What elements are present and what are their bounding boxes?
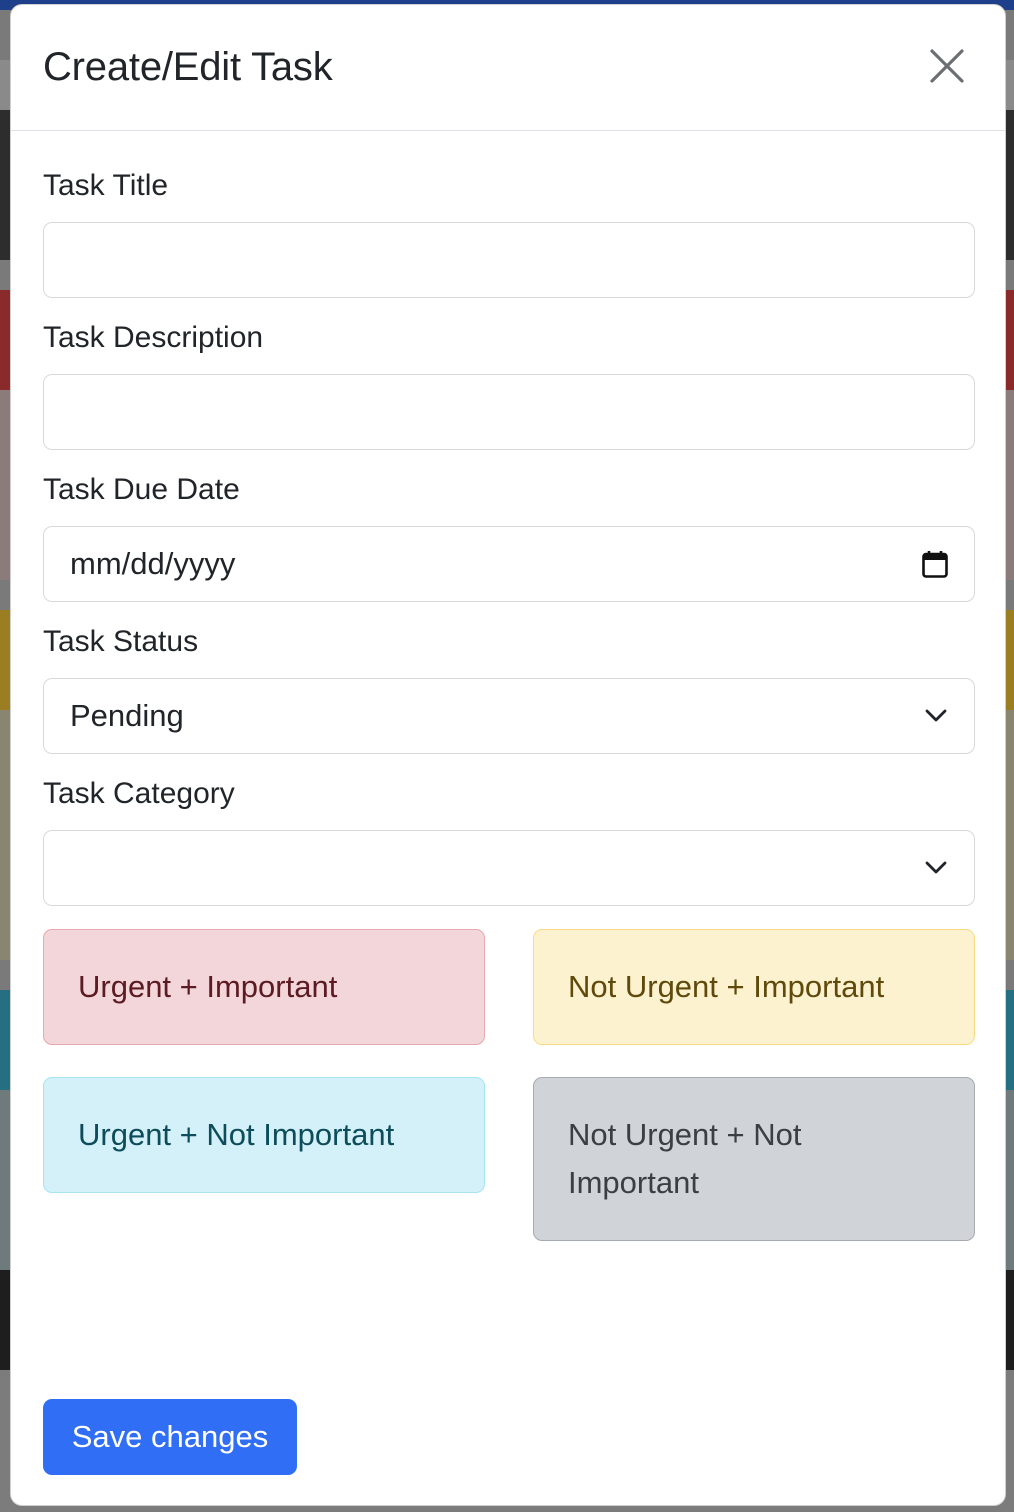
due-date-group: Task Due Date mm/dd/yyyy: [43, 473, 975, 602]
priority-urgent-not-important[interactable]: Urgent + Not Important: [43, 1077, 485, 1193]
save-button[interactable]: Save changes: [43, 1399, 297, 1475]
title-group: Task Title: [43, 169, 975, 298]
status-group: Task Status Pending: [43, 625, 975, 754]
task-title-field[interactable]: [70, 223, 948, 297]
task-description-label: Task Description: [43, 321, 264, 354]
task-due-date-label: Task Due Date: [43, 473, 240, 506]
modal-body: Task Title Task Description Task Due Dat…: [11, 131, 1005, 1241]
task-modal: Create/Edit Task Task Title Task Descrip…: [10, 4, 1006, 1506]
chevron-down-icon: [924, 708, 948, 724]
task-due-date-input[interactable]: mm/dd/yyyy: [43, 526, 975, 602]
close-button[interactable]: [925, 44, 969, 88]
task-title-label: Task Title: [43, 169, 169, 202]
task-status-label: Task Status: [43, 625, 199, 658]
task-category-select[interactable]: [43, 830, 975, 906]
category-group: Task Category: [43, 777, 975, 906]
priority-matrix: Urgent + Important Not Urgent + Importan…: [43, 929, 975, 1241]
chevron-down-icon: [924, 860, 948, 876]
task-title-input[interactable]: [43, 222, 975, 298]
description-group: Task Description: [43, 321, 975, 450]
status-selected-value: Pending: [70, 698, 184, 733]
due-date-placeholder: mm/dd/yyyy: [70, 546, 236, 581]
task-category-label: Task Category: [43, 777, 235, 810]
task-description-field[interactable]: [70, 375, 948, 449]
calendar-icon[interactable]: [922, 550, 948, 578]
modal-header: Create/Edit Task: [11, 5, 1005, 131]
task-status-select[interactable]: Pending: [43, 678, 975, 754]
priority-not-urgent-not-important[interactable]: Not Urgent + Not Important: [533, 1077, 975, 1241]
task-description-input[interactable]: [43, 374, 975, 450]
modal-title: Create/Edit Task: [43, 45, 333, 89]
priority-urgent-important[interactable]: Urgent + Important: [43, 929, 485, 1045]
close-icon: [930, 48, 964, 83]
priority-not-urgent-important[interactable]: Not Urgent + Important: [533, 929, 975, 1045]
